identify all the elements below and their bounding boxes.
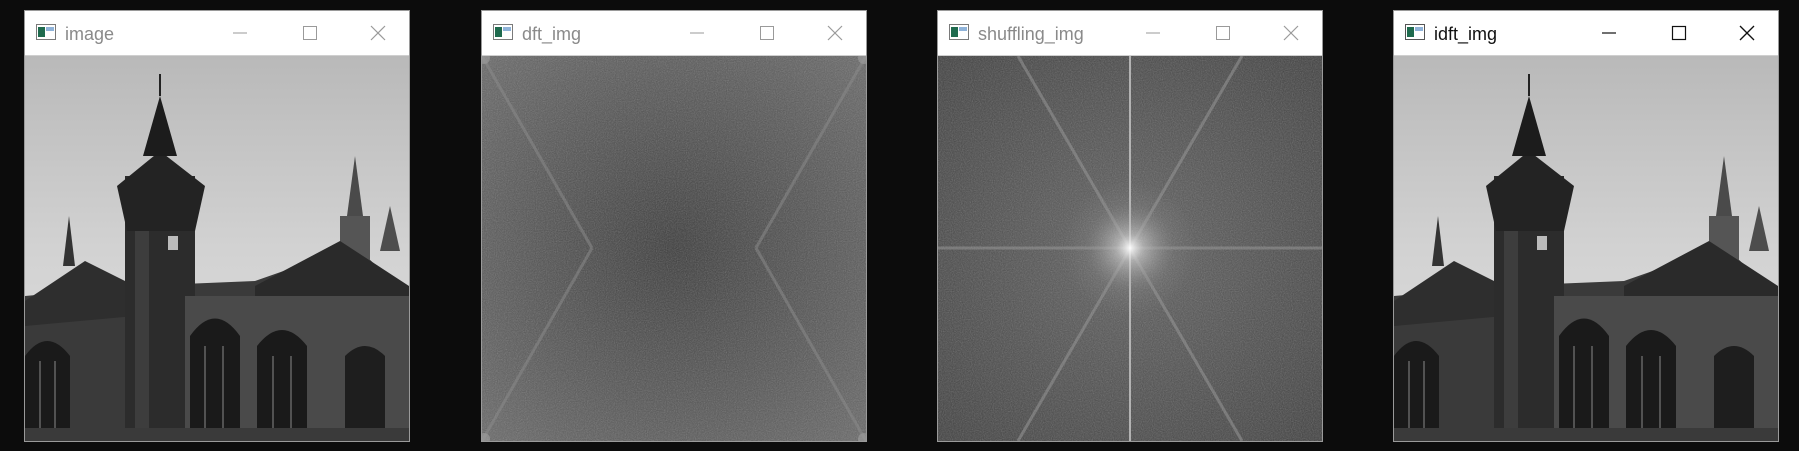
close-icon [1283,25,1299,41]
window-app-icon [949,24,969,40]
window-titlebar[interactable]: idft_img [1394,11,1778,56]
shuffled-canvas [938,56,1322,441]
window-titlebar[interactable]: image [25,11,409,56]
window-title: idft_img [1434,24,1498,44]
maximize-icon [760,26,774,40]
window-titlebar[interactable]: shuffling_img [938,11,1322,56]
maximize-button[interactable] [1200,17,1246,49]
maximize-button[interactable] [744,17,790,49]
window-app-icon [1405,24,1425,40]
close-button[interactable] [1268,17,1314,49]
minimize-icon [233,32,247,34]
shifted-spectrum [938,56,1322,441]
minimize-button[interactable] [1130,17,1176,49]
window-title: image [65,24,115,44]
maximize-icon [1216,26,1230,40]
maximize-button[interactable] [287,17,333,49]
window-title: shuffling_img [978,24,1084,44]
window-titlebar[interactable]: dft_img [482,11,866,56]
window-app-icon [36,24,56,40]
minimize-button[interactable] [217,17,263,49]
window-app-icon [493,24,513,40]
close-button[interactable] [355,17,401,49]
window-image[interactable]: image [24,10,410,442]
desktop: image dft_img shuffling_img idft_img [0,0,1799,451]
minimize-icon [1602,32,1616,34]
reconstructed-photo [1394,56,1778,441]
window-shuffling-img[interactable]: shuffling_img [937,10,1323,442]
minimize-icon [1146,32,1160,34]
window-title: dft_img [522,24,582,44]
church-photo [25,56,409,441]
close-icon [827,25,843,41]
dft-spectrum [482,56,866,441]
maximize-icon [303,26,317,40]
dft-canvas [482,56,866,441]
window-dft-img[interactable]: dft_img [481,10,867,442]
idft-canvas [1394,56,1778,441]
close-icon [1739,25,1755,41]
close-button[interactable] [1724,17,1770,49]
window-idft-img[interactable]: idft_img [1393,10,1779,442]
minimize-icon [690,32,704,34]
maximize-button[interactable] [1656,17,1702,49]
minimize-button[interactable] [674,17,720,49]
minimize-button[interactable] [1586,17,1632,49]
image-canvas [25,56,409,441]
close-button[interactable] [812,17,858,49]
close-icon [370,25,386,41]
maximize-icon [1671,25,1687,41]
